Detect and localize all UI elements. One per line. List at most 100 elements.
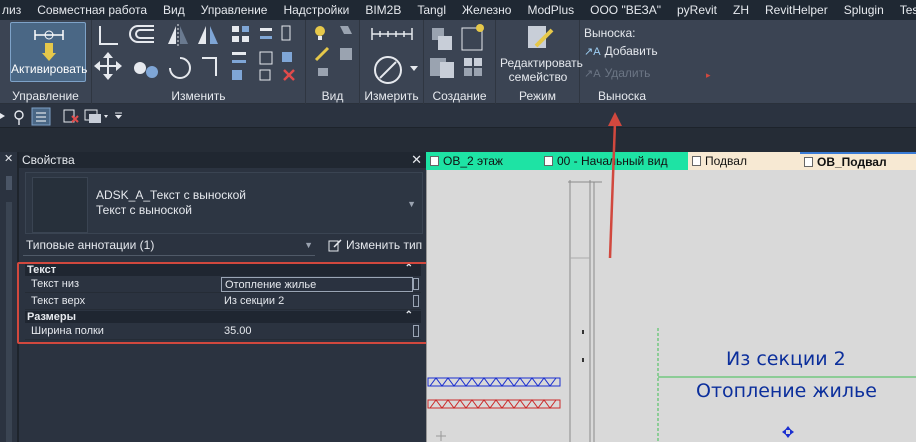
override-icon — [340, 26, 352, 34]
properties-header: Свойства ✕ — [19, 152, 426, 168]
panel-create: Создание — [424, 20, 496, 104]
tag-top-text[interactable]: Из секции 2 — [726, 348, 846, 370]
menu-item-manage[interactable]: Управление — [193, 3, 276, 17]
param-associate-button[interactable] — [413, 295, 419, 307]
view-bar-strip — [0, 128, 916, 152]
origin-mark-icon — [436, 431, 446, 441]
panel-expand-icon[interactable]: ▸ — [706, 70, 711, 81]
properties-palette: Свойства ✕ ADSK_A_Текст с выноской Текст… — [18, 152, 426, 442]
tab-ov-basement[interactable]: ОВ_Подвал — [800, 152, 916, 170]
type-family-name: ADSK_A_Текст с выноской — [96, 188, 246, 202]
param-associate-button[interactable] — [413, 278, 419, 290]
section-text-header[interactable]: Текст ⌃ — [25, 263, 421, 276]
left-scrollbar[interactable] — [6, 176, 12, 190]
param-value[interactable]: Из секции 2 — [221, 294, 413, 309]
menu-item-addins[interactable]: Надстройки — [275, 3, 357, 17]
modify-tools-icons — [94, 24, 295, 81]
filter-dropdown-icon: ▼ — [304, 240, 313, 250]
param-name: Ширина полки — [31, 325, 104, 337]
tab-basement[interactable]: Подвал — [688, 152, 800, 170]
panel-create-label: Создание — [432, 89, 487, 103]
menu-item-teslabim[interactable]: Teslabim — [892, 3, 916, 17]
snap-icon — [14, 110, 24, 125]
left-dock-close-icon[interactable]: ✕ — [4, 152, 13, 165]
view-tabs: ОВ_2 этаж 00 - Начальный вид Подвал ОВ_П… — [426, 152, 916, 170]
type-type-name: Текст с выноской — [96, 203, 192, 217]
edit-family-label-1: Редактировать — [500, 56, 583, 70]
property-row-shelf-width: Ширина полки 35.00 — [25, 323, 421, 340]
move-icon — [94, 52, 122, 80]
group-icon — [430, 58, 454, 78]
add-leader-button[interactable]: ↗A Добавить — [584, 44, 658, 58]
properties-title: Свойства — [22, 153, 75, 167]
tab-label: ОВ_2 этаж — [443, 154, 503, 168]
param-value[interactable]: 35.00 — [221, 324, 413, 339]
remove-leader-button[interactable]: ↗A Удалить — [584, 66, 650, 80]
type-dropdown-icon[interactable]: ▼ — [407, 199, 416, 209]
left-scrollbar-thumb[interactable] — [6, 202, 12, 442]
panel-modify-label: Изменить — [171, 89, 226, 103]
add-leader-label: Добавить — [604, 44, 658, 58]
menu-item-zh[interactable]: ZH — [725, 3, 757, 17]
panel-leader: Выноска: ↗A Добавить ↗A Удалить Выноска — [580, 20, 664, 104]
tab-start-view[interactable]: 00 - Начальный вид — [540, 152, 688, 170]
ribbon: Активировать Управление Изменить Вид Изм… — [0, 20, 916, 104]
align-icon — [99, 26, 118, 45]
collapse-chevron-icon: ⌃ — [404, 310, 413, 321]
properties-list-icon — [31, 107, 51, 126]
section-dimensions-header[interactable]: Размеры ⌃ — [25, 310, 421, 323]
tab-label: ОВ_Подвал — [817, 155, 887, 169]
menu-item-veza[interactable]: ООО "ВЕЗА" — [582, 3, 669, 17]
param-associate-button[interactable] — [413, 325, 419, 337]
mirror-axis-icon — [168, 24, 188, 46]
panel-mode-label: Режим — [519, 89, 556, 103]
menu-item-revithelper[interactable]: RevitHelper — [757, 3, 836, 17]
menu-item-zhelezno[interactable]: Железно — [454, 3, 519, 17]
leader-title: Выноска: — [584, 26, 636, 40]
filter-row: Типовые аннотации (1) ▼ Изменить тип — [23, 236, 423, 256]
move-grip-icon — [782, 426, 794, 438]
edit-type-button[interactable]: Изменить тип — [328, 238, 422, 252]
properties-close-icon[interactable]: ✕ — [411, 152, 422, 168]
menu-item-tangl[interactable]: Tangl — [409, 3, 454, 17]
edit-type-icon — [328, 239, 342, 252]
panel-manage: Активировать Управление — [0, 20, 92, 104]
menu-item-view[interactable]: Вид — [155, 3, 193, 17]
drawing-canvas[interactable]: ОВ_2 этаж 00 - Начальный вид Подвал ОВ_П… — [426, 152, 916, 442]
array-icon — [464, 58, 482, 76]
menu-item-modplus[interactable]: ModPlus — [519, 3, 582, 17]
close-hidden-icon — [63, 109, 79, 123]
component-icon — [432, 28, 452, 50]
edit-family-button[interactable]: Редактировать семейство — [500, 22, 583, 84]
panel-view: Вид — [306, 20, 360, 104]
menu-bar: лиз Совместная работа Вид Управление Над… — [0, 0, 916, 20]
menu-item-pyrevit[interactable]: pyRevit — [669, 3, 725, 17]
menu-item-collaborate[interactable]: Совместная работа — [29, 3, 155, 17]
param-value-input[interactable]: Отопление жилье — [221, 277, 413, 292]
remove-leader-icon: ↗A — [584, 67, 601, 80]
left-dock-edge: ✕ — [0, 152, 18, 442]
tag-bottom-text[interactable]: Отопление жилье — [696, 380, 877, 402]
param-name: Текст верх — [31, 295, 86, 307]
menu-item-splugin[interactable]: Splugin — [836, 3, 892, 17]
menu-item-bim2b[interactable]: BIM2B — [357, 3, 409, 17]
activate-button[interactable]: Активировать — [10, 22, 88, 82]
panel-measure: Измерить — [360, 20, 424, 104]
tab-label: Подвал — [705, 154, 747, 168]
panel-view-label: Вид — [321, 89, 344, 103]
menu-item-analyze[interactable]: лиз — [0, 3, 29, 17]
rotate-icon — [169, 57, 191, 79]
cube-icon — [340, 48, 352, 60]
pin-icon — [34, 30, 64, 61]
type-selector[interactable]: ADSK_A_Текст с выноской Текст с выноской… — [25, 172, 423, 234]
copy-icon — [134, 62, 158, 78]
red-duct — [427, 399, 561, 409]
instance-filter-select[interactable]: Типовые аннотации (1) ▼ — [23, 236, 315, 256]
tab-ov-2-floor[interactable]: ОВ_2 этаж — [426, 152, 540, 170]
add-leader-icon: ↗A — [584, 45, 601, 58]
floor-plan-icon — [430, 156, 439, 166]
activate-label: Активировать — [11, 62, 88, 76]
family-icon — [461, 24, 484, 51]
mirror-draw-icon — [198, 26, 218, 44]
properties-grid: Текст ⌃ Текст низ Отопление жилье Текст … — [25, 263, 421, 340]
